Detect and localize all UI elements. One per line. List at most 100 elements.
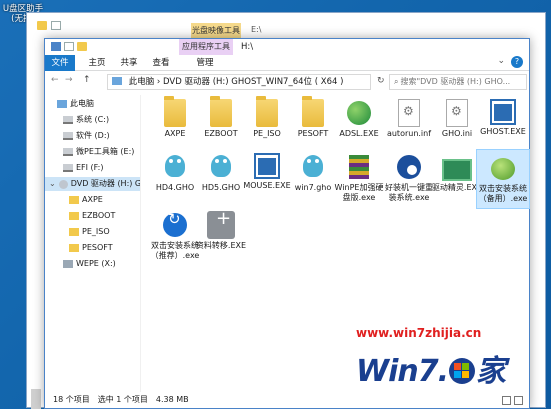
network-drive-icon [63,260,73,268]
file-item[interactable]: ADSL.EXE [332,99,386,139]
folder-icon [256,96,278,127]
chevron-down-icon[interactable]: ⌄ [49,177,56,191]
file-name: PE_ISO [253,129,281,138]
search-icon: ⌕ [394,77,399,86]
sidebar-item-e[interactable]: 微PE工具箱 (E:) [63,145,134,159]
watermark-logo: Win7. 家 [356,354,506,389]
search-placeholder: 搜索"DVD 驱动器 (H:) GHO... [400,77,511,86]
tab-share[interactable]: 共享 [117,55,141,71]
file-item[interactable]: autorun.inf [382,99,436,139]
back-button[interactable]: ← [51,75,59,85]
sidebar-item-dvd[interactable]: ⌄ DVD 驱动器 (H:) G [45,177,140,191]
dvd-icon [58,179,68,189]
pc-icon [112,77,122,85]
file-item[interactable]: GHOST.EXE [476,99,530,137]
globe-icon [345,99,373,127]
file-name: win7.gho [294,183,332,192]
item-count: 18 个项目 [53,395,90,404]
folder-icon [69,212,79,220]
context-tab-app-tools[interactable]: 应用程序工具 [179,39,233,55]
background-scrollbar[interactable] [31,389,41,409]
file-name: autorun.inf [386,129,432,138]
sidebar-item-label: AXPE [82,195,103,204]
properties-icon [51,21,61,30]
file-name: MOUSE.EXE [243,181,291,190]
windows-flag-icon [449,358,476,384]
new-folder-icon[interactable] [77,42,87,51]
application-icon [254,153,280,179]
ribbon-tabs: 文件 主页 共享 查看 管理 ⌄ ? [45,55,529,71]
file-name: 双击安装系统（备用）.exe [478,184,528,203]
file-name: ADSL.EXE [339,129,379,138]
file-name: 资料转移.EXE [195,241,247,250]
forward-button[interactable]: → [65,75,73,85]
search-input[interactable]: ⌕ 搜索"DVD 驱动器 (H:) GHO... [389,74,527,90]
breadcrumb-this-pc[interactable]: 此电脑 [129,77,155,87]
tab-view[interactable]: 查看 [149,55,173,71]
file-item[interactable]: WinPE加强硬盘版.exe [332,153,386,203]
drive-icon [63,116,73,124]
hardware-card-icon [442,159,472,181]
titlebar: 应用程序工具 H:\ [45,39,529,55]
folder-icon [69,244,79,252]
sidebar-item-x[interactable]: WEPE (X:) [63,257,116,271]
green-ball-icon [489,154,517,182]
settings-file-icon [398,99,420,127]
background-titlebar: 光盘映像工具 E:\ [27,13,545,39]
sidebar-item-label: 此电脑 [70,99,94,108]
refresh-icon[interactable]: ↻ [377,76,385,86]
sidebar-item-label: WEPE (X:) [76,259,116,268]
selected-count: 选中 1 个项目 [97,395,148,404]
sidebar-item-pe-iso[interactable]: PE_ISO [69,225,110,239]
window-title: H:\ [241,42,254,52]
explorer-icon[interactable] [51,42,61,51]
up-button[interactable]: ↑ [83,75,91,85]
file-name: AXPE [164,129,186,138]
file-item[interactable]: 好装机一键重装系统.exe [382,153,436,203]
tab-file[interactable]: 文件 [45,55,75,71]
tab-home[interactable]: 主页 [85,55,109,71]
help-icon[interactable]: ? [511,56,523,68]
address-bar[interactable]: 此电脑 › DVD 驱动器 (H:) GHOST_WIN7_64位 ( X64 … [107,74,371,90]
sidebar-item-f[interactable]: EFI (F:) [63,161,103,175]
folder-icon [37,21,47,30]
sidebar-item-label: EZBOOT [82,211,116,220]
properties-icon[interactable] [64,42,74,51]
winrar-icon [345,153,373,181]
folder-icon [69,228,79,236]
file-name: HD5.GHO [201,183,241,192]
sidebar-item-axpe[interactable]: AXPE [69,193,103,207]
pc-icon [57,100,67,108]
settings-file-icon [446,99,468,127]
sidebar-item-this-pc[interactable]: 此电脑 [57,97,94,111]
file-name: 好装机一键重装系统.exe [385,183,433,202]
address-bar-row: ← → ↑ 此电脑 › DVD 驱动器 (H:) GHOST_WIN7_64位 … [45,72,529,92]
sidebar-item-pesoft[interactable]: PESOFT [69,241,113,255]
folder-icon [69,196,79,204]
selected-size: 4.38 MB [155,395,189,404]
chevron-down-icon[interactable]: ⌄ [497,56,505,66]
watermark-url: www.win7zhijia.cn [356,326,482,340]
ghost-icon [299,153,327,181]
tab-manage[interactable]: 管理 [193,55,217,71]
file-name: EZBOOT [204,129,238,138]
breadcrumb-dvd-drive[interactable]: DVD 驱动器 (H:) GHOST_WIN7_64位 ( X64 ) [163,77,343,87]
file-item-selected[interactable]: 双击安装系统（备用）.exe [476,149,530,209]
file-name: 驱动精灵.EXE [431,183,483,192]
ghost-icon [207,153,235,181]
file-name: GHOST.EXE [480,127,526,136]
drive-icon [63,164,73,172]
sidebar-item-ezboot[interactable]: EZBOOT [69,209,115,223]
refresh-circle-icon [161,211,189,239]
navigation-pane: 此电脑 系统 (C:) 软件 (D:) 微PE工具箱 (E:) EFI (F:)… [45,95,141,392]
sidebar-item-label: 微PE工具箱 (E:) [76,147,135,156]
file-item[interactable]: 资料转移.EXE [194,211,248,251]
sidebar-item-d[interactable]: 软件 (D:) [63,129,110,143]
user-transfer-icon [207,211,235,239]
folder-icon [210,96,232,127]
file-name: GHO.ini [441,129,473,138]
sidebar-item-c[interactable]: 系统 (C:) [63,113,109,127]
background-window-title: E:\ [251,25,262,34]
sidebar-item-label: PESOFT [82,243,113,252]
background-context-tab[interactable]: 光盘映像工具 [191,23,241,39]
